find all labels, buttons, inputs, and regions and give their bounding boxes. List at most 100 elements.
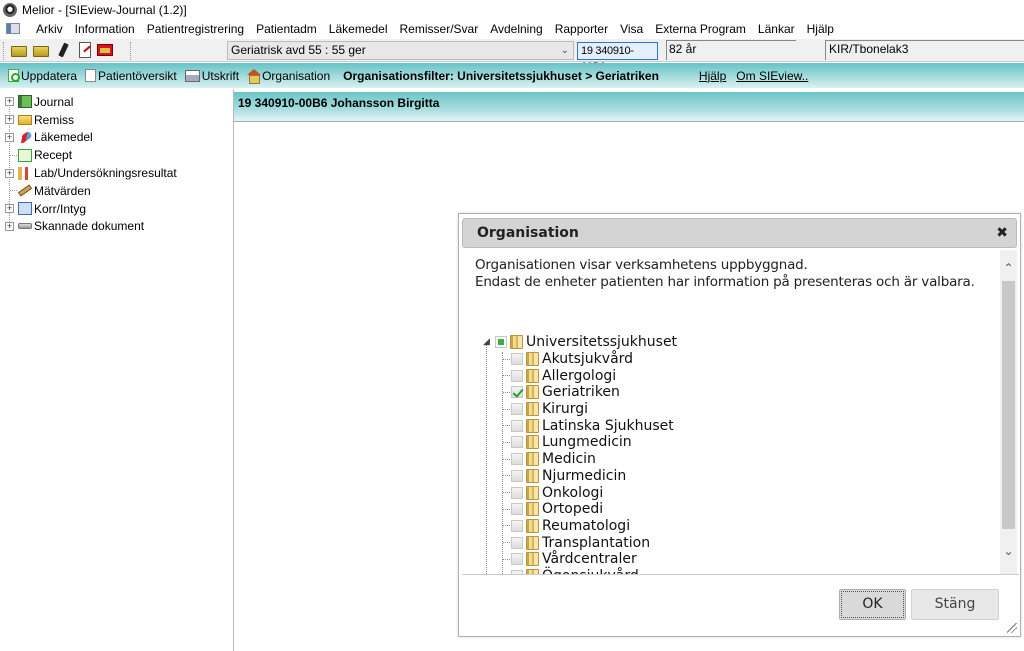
org-unit-node[interactable]: Akutsjukvård	[480, 351, 677, 368]
collapse-arrow-icon[interactable]: ◢	[483, 337, 490, 347]
org-unit-checkbox[interactable]	[511, 353, 523, 366]
sidebar-item-läkemedel[interactable]: + Läkemedel	[0, 129, 233, 147]
menu-avdelning[interactable]: Avdelning	[484, 22, 549, 36]
org-unit-node[interactable]: Medicin	[480, 451, 677, 468]
menu-lakemedel[interactable]: Läkemedel	[323, 22, 394, 36]
organisation-dialog: Organisation ✖ Organisationen visar verk…	[458, 213, 1021, 637]
org-unit-node[interactable]: Ortopedi	[480, 501, 677, 518]
tree-connector	[503, 458, 510, 460]
org-unit-checkbox[interactable]	[511, 469, 523, 482]
org-unit-node[interactable]: Transplantation	[480, 534, 677, 551]
org-unit-node[interactable]: Reumatologi	[480, 518, 677, 535]
system-menu-icon[interactable]	[6, 23, 20, 34]
organisation-button[interactable]: Organisation	[247, 69, 330, 84]
sidebar-item-recept[interactable]: Recept	[0, 146, 233, 164]
org-root-node[interactable]: ◢ Universitetssjukhuset	[480, 334, 677, 351]
org-unit-checkbox[interactable]	[511, 536, 523, 549]
certificate-icon	[18, 202, 32, 216]
sidebar-item-mätvärden[interactable]: Mätvärden	[0, 182, 233, 200]
menu-patientregistrering[interactable]: Patientregistrering	[141, 22, 250, 36]
sidebar-item-lab-undersökningsresultat[interactable]: + Lab/Undersökningsresultat	[0, 164, 233, 182]
expand-icon[interactable]: +	[5, 221, 14, 231]
menu-lankar[interactable]: Länkar	[752, 22, 801, 36]
org-unit-checkbox[interactable]	[511, 503, 523, 516]
sidebar-item-journal[interactable]: + Journal	[0, 93, 233, 111]
dialog-description: Organisationen visar verksamhetens uppby…	[475, 257, 975, 290]
close-icon[interactable]: ✖	[996, 219, 1008, 247]
folder-icon	[526, 518, 539, 533]
about-link[interactable]: Om SIEview..	[736, 69, 808, 83]
dialog-title: Organisation	[477, 225, 579, 241]
chevron-down-icon[interactable]: ⌄	[1000, 544, 1017, 561]
org-unit-checkbox[interactable]	[511, 403, 523, 416]
refresh-button[interactable]: Uppdatera	[8, 69, 77, 83]
sidebar-item-remiss[interactable]: + Remiss	[0, 111, 233, 129]
menu-patientadm[interactable]: Patientadm	[250, 22, 323, 36]
org-unit-checkbox[interactable]	[511, 419, 523, 432]
root-checkbox[interactable]	[495, 336, 507, 349]
org-unit-node[interactable]: Onkologi	[480, 484, 677, 501]
org-unit-node[interactable]: Allergologi	[480, 367, 677, 384]
expand-icon[interactable]: +	[5, 115, 14, 125]
org-unit-label: Lungmedicin	[542, 434, 632, 451]
menu-visa[interactable]: Visa	[614, 22, 649, 36]
org-unit-checkbox[interactable]	[511, 519, 523, 532]
menu-arkiv[interactable]: Arkiv	[30, 22, 69, 36]
menu-remisser-svar[interactable]: Remisser/Svar	[394, 22, 485, 36]
org-unit-node[interactable]: Kirurgi	[480, 401, 677, 418]
menu-information[interactable]: Information	[69, 22, 141, 36]
menu-hjalp[interactable]: Hjälp	[801, 22, 840, 36]
expand-icon[interactable]: +	[5, 97, 14, 107]
print-button[interactable]: Utskrift	[184, 69, 239, 83]
org-unit-node[interactable]: Geriatriken	[480, 384, 677, 401]
sidebar-item-korr-intyg[interactable]: + Korr/Intyg	[0, 200, 233, 218]
tree-connector	[503, 358, 510, 360]
org-unit-node[interactable]: Njurmedicin	[480, 468, 677, 485]
unit-select[interactable]: Geriatrisk avd 55 : 55 ger ⌄	[227, 41, 574, 60]
expand-icon[interactable]: +	[5, 168, 14, 178]
org-unit-node[interactable]: Vårdcentraler	[480, 551, 677, 568]
org-unit-checkbox[interactable]	[511, 569, 523, 574]
organisation-tree: ◢ Universitetssjukhuset Akutsjukvård Alle…	[480, 334, 677, 574]
chevron-up-icon[interactable]: ⌃	[1000, 261, 1017, 278]
title-bar: Melior - [SIEview-Journal (1.2)]	[0, 0, 1024, 19]
tree-connector	[503, 475, 510, 477]
description-line-1: Organisationen visar verksamhetens uppby…	[475, 257, 808, 273]
expand-icon[interactable]: +	[5, 204, 14, 214]
open-folder-h-icon[interactable]	[33, 46, 49, 57]
org-unit-checkbox[interactable]	[511, 453, 523, 466]
org-unit-node[interactable]: Lungmedicin	[480, 434, 677, 451]
org-unit-checkbox[interactable]	[511, 369, 523, 382]
toolbar-grip[interactable]	[3, 42, 6, 60]
chevron-down-icon[interactable]: ⌄	[561, 42, 569, 59]
patient-overview-button[interactable]: Patientöversikt	[85, 69, 177, 83]
close-button[interactable]: Stäng	[911, 589, 999, 620]
personal-number-field[interactable]: 19 340910-00B6	[577, 42, 658, 73]
scrollbar-thumb[interactable]	[1002, 281, 1015, 529]
folder-icon	[526, 402, 539, 417]
ok-button[interactable]: OK	[839, 589, 906, 620]
org-unit-node[interactable]: Latinska Sjukhuset	[480, 417, 677, 434]
expand-icon[interactable]: +	[5, 132, 14, 142]
red-folder-icon[interactable]	[97, 44, 113, 56]
pen-icon[interactable]	[55, 42, 71, 58]
sidebar-item-skannade-dokument[interactable]: + Skannade dokument	[0, 218, 233, 236]
unit-select-value: Geriatrisk avd 55 : 55 ger	[231, 43, 366, 57]
menu-externa-program[interactable]: Externa Program	[649, 22, 752, 36]
description-line-2: Endast de enheter patienten har informat…	[475, 273, 975, 290]
edit-document-icon[interactable]	[79, 42, 91, 58]
dialog-scrollbar[interactable]: ⌃ ⌄	[1000, 250, 1017, 574]
dialog-title-bar[interactable]: Organisation ✖	[462, 218, 1017, 248]
menu-rapporter[interactable]: Rapporter	[549, 22, 614, 36]
help-link[interactable]: Hjälp	[699, 69, 726, 83]
open-folder-query-icon[interactable]	[11, 46, 27, 57]
folder-icon	[526, 385, 539, 400]
org-unit-checkbox[interactable]	[511, 486, 523, 499]
org-unit-node[interactable]: Ögonsjukvård	[480, 568, 677, 574]
org-unit-checkbox[interactable]	[511, 436, 523, 449]
org-unit-checkbox[interactable]	[511, 553, 523, 566]
sidebar-item-label: Läkemedel	[34, 130, 93, 145]
resize-grip-icon[interactable]	[1007, 623, 1017, 633]
org-unit-checkbox[interactable]	[511, 386, 523, 399]
toolbar-grip-2[interactable]	[130, 42, 133, 60]
